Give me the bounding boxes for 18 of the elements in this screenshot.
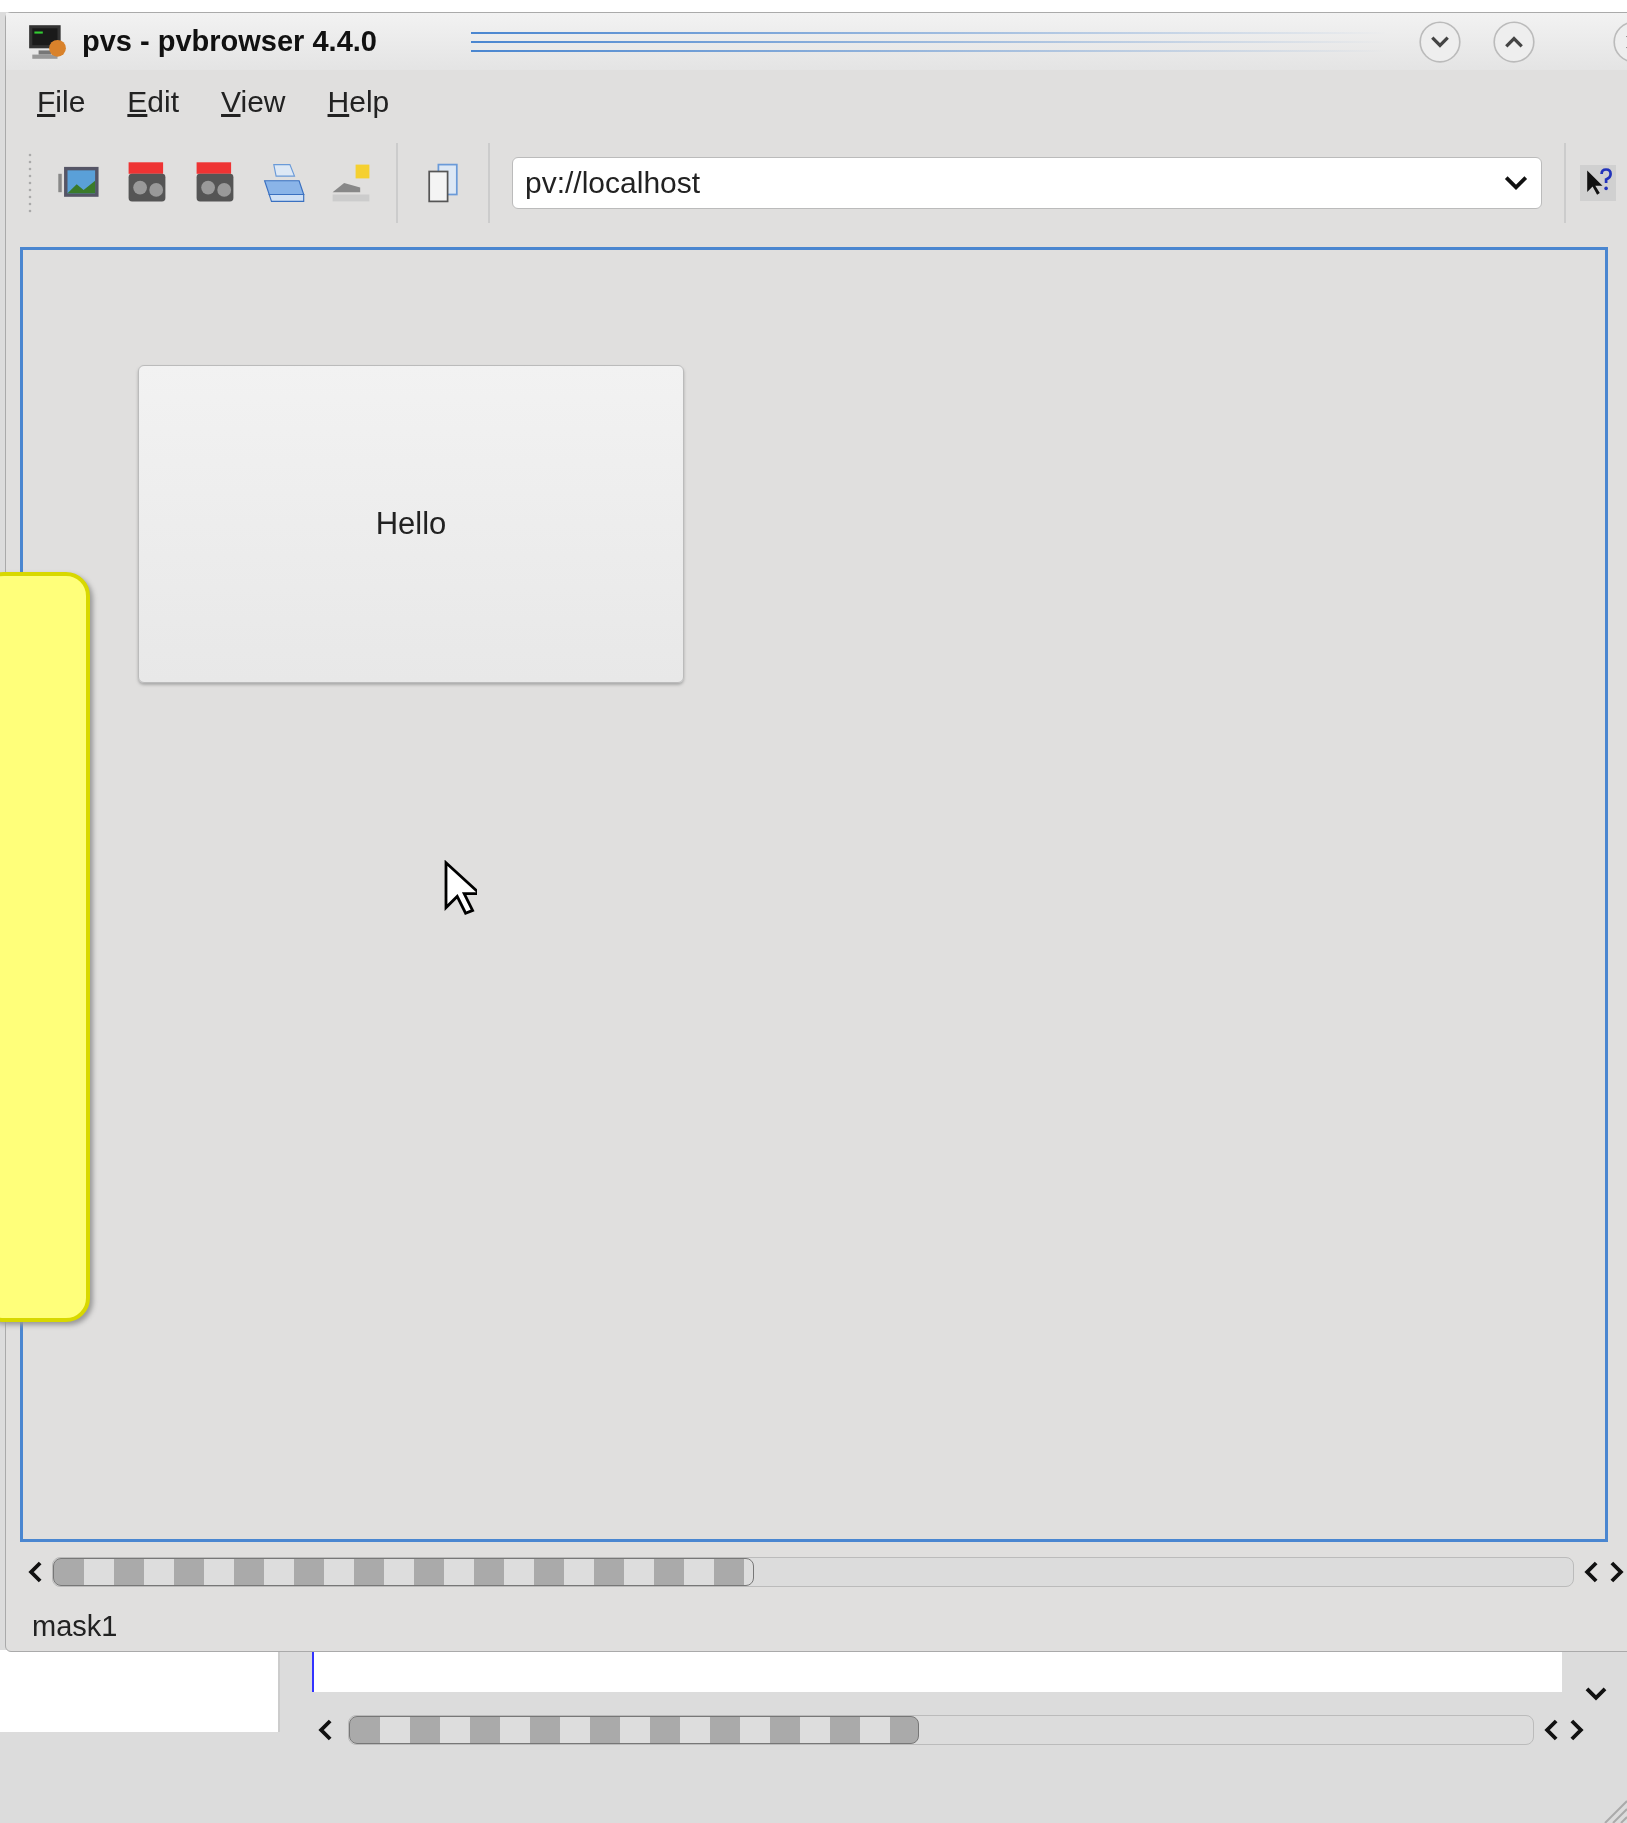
whats-this-help-icon[interactable] xyxy=(1580,165,1616,202)
mouse-pointer-icon xyxy=(443,859,477,916)
hello-button[interactable]: Hello xyxy=(138,364,684,683)
scroll-left-icon[interactable] xyxy=(316,1717,334,1743)
window-title: pvs - pvbrowser 4.4.0 xyxy=(82,25,377,59)
menu-item[interactable]: View xyxy=(221,85,286,120)
scroll-right-icon[interactable] xyxy=(1568,1717,1586,1743)
menu-item[interactable]: Help xyxy=(327,85,390,120)
horizontal-scrollbar[interactable] xyxy=(52,1556,1574,1587)
address-combo-box[interactable]: pv://localhost xyxy=(512,157,1542,210)
scroll-left-icon[interactable] xyxy=(1542,1717,1560,1743)
status-text: mask1 xyxy=(32,1609,118,1643)
menu-item[interactable]: File xyxy=(37,85,86,120)
maximize-button[interactable] xyxy=(1491,19,1536,64)
dropdown-caret-icon[interactable] xyxy=(1503,174,1529,193)
menu-item[interactable]: Edit xyxy=(127,85,180,120)
minimize-button[interactable] xyxy=(1417,19,1462,64)
horizontal-scrollbar[interactable] xyxy=(348,1715,1534,1745)
